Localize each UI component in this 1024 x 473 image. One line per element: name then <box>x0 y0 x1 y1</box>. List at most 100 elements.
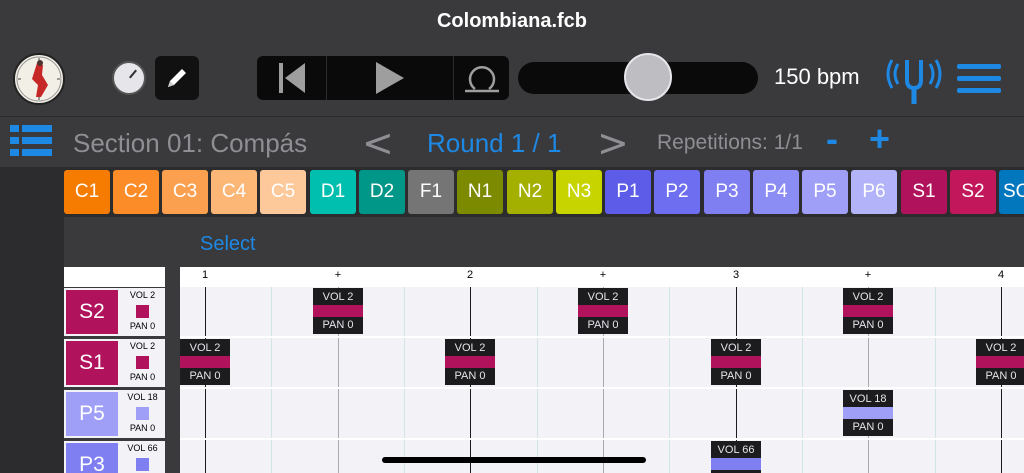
note-color-bar <box>578 305 628 317</box>
bpm-readout: 150 bpm <box>774 64 860 89</box>
track-row-s1[interactable]: S1 VOL 2 PAN 0 <box>64 339 165 387</box>
subdivision-line <box>537 287 538 473</box>
ruler-corner <box>64 267 165 287</box>
track-row-p5[interactable]: P5 VOL 18 PAN 0 <box>64 390 165 438</box>
note-block[interactable]: VOL 18 PAN 0 <box>843 390 893 436</box>
tab-s2[interactable]: S2 <box>950 170 996 214</box>
note-color-bar <box>711 356 761 368</box>
repetitions-plus-button[interactable]: + <box>869 121 890 157</box>
section-bar: Section 01: Compás < Round 1 / 1 > Repet… <box>0 117 1024 167</box>
note-volume: VOL 2 <box>189 342 221 354</box>
list-icon[interactable] <box>10 125 52 157</box>
note-volume: VOL 2 <box>587 291 619 303</box>
tab-c2[interactable]: C2 <box>113 170 159 214</box>
tab-f1[interactable]: F1 <box>408 170 454 214</box>
tab-n2[interactable]: N2 <box>507 170 553 214</box>
window-title-bar: Colombiana.fcb <box>0 0 1024 43</box>
volume-knob[interactable] <box>112 61 146 95</box>
ruler-label: + <box>334 269 342 281</box>
note-block[interactable]: VOL 2 PAN 0 <box>445 339 495 385</box>
tempo-slider[interactable] <box>518 53 758 101</box>
repetitions-minus-button[interactable]: - <box>826 121 838 157</box>
subdivision-line <box>802 287 803 473</box>
left-side-panel <box>0 217 64 473</box>
ruler-label: 1 <box>201 269 209 281</box>
note-block[interactable]: VOL 2 PAN 0 <box>313 288 363 334</box>
tab-p5[interactable]: P5 <box>802 170 848 214</box>
app-logo-icon[interactable] <box>13 53 65 105</box>
skip-to-start-button[interactable] <box>257 56 328 100</box>
play-button[interactable] <box>327 56 455 100</box>
subdivision-line <box>935 287 936 473</box>
round-indicator[interactable]: Round 1 / 1 <box>427 128 561 159</box>
ruler-label: + <box>599 269 607 281</box>
note-block[interactable]: VOL 2 PAN 0 <box>578 288 628 334</box>
tab-c1[interactable]: C1 <box>64 170 110 214</box>
transport-controls <box>257 56 509 100</box>
tab-p3[interactable]: P3 <box>704 170 750 214</box>
section-title[interactable]: Section 01: Compás <box>73 128 307 159</box>
toolbar: 150 bpm <box>0 42 1024 117</box>
tab-c4[interactable]: C4 <box>211 170 257 214</box>
track-row-s2[interactable]: S2 VOL 2 PAN 0 <box>64 288 165 336</box>
note-pan: PAN 0 <box>454 370 486 382</box>
pencil-icon[interactable] <box>155 56 199 100</box>
tab-c5[interactable]: C5 <box>260 170 306 214</box>
ruler-label: 4 <box>997 269 1005 281</box>
row-divider <box>180 336 1024 338</box>
track-tag: P3 <box>66 443 118 473</box>
row-divider <box>180 438 1024 440</box>
track-pan: PAN 0 <box>129 321 156 331</box>
track-volume: VOL 2 <box>129 290 156 300</box>
track-color-swatch <box>136 458 149 471</box>
track-row-p3[interactable]: P3 VOL 66 <box>64 441 165 473</box>
track-color-swatch <box>136 356 149 369</box>
select-button[interactable]: Select <box>200 233 256 256</box>
tab-p6[interactable]: P6 <box>851 170 897 214</box>
note-pan: PAN 0 <box>852 319 884 331</box>
note-pan: PAN 0 <box>852 421 884 433</box>
tab-n3[interactable]: N3 <box>556 170 602 214</box>
track-pan: PAN 0 <box>129 423 156 433</box>
note-block[interactable]: VOL 66 <box>711 441 761 473</box>
note-block[interactable]: VOL 2 PAN 0 <box>843 288 893 334</box>
tab-c3[interactable]: C3 <box>162 170 208 214</box>
subdivision-line <box>271 287 272 473</box>
instrument-tabs: C1 C2 C3 C4 C5 D1 D2 F1 N1 N2 N3 P1 P2 P… <box>0 167 1024 217</box>
note-pan: PAN 0 <box>322 319 354 331</box>
note-volume: VOL 2 <box>454 342 486 354</box>
skip-back-icon <box>278 63 305 93</box>
tab-p4[interactable]: P4 <box>753 170 799 214</box>
note-color-bar <box>843 407 893 419</box>
tempo-slider-thumb[interactable] <box>624 53 672 101</box>
tuning-fork-icon[interactable] <box>884 52 944 106</box>
note-color-bar <box>313 305 363 317</box>
note-volume: VOL 2 <box>985 342 1017 354</box>
note-volume: VOL 2 <box>852 291 884 303</box>
track-volume: VOL 2 <box>129 341 156 351</box>
ruler-label: + <box>864 269 872 281</box>
tab-p2[interactable]: P2 <box>654 170 700 214</box>
track-volume: VOL 66 <box>127 443 158 453</box>
note-block[interactable]: VOL 2 PAN 0 <box>711 339 761 385</box>
note-color-bar <box>843 305 893 317</box>
tab-d1[interactable]: D1 <box>310 170 356 214</box>
loop-button[interactable] <box>454 56 509 100</box>
note-block[interactable]: VOL 2 PAN 0 <box>976 339 1024 385</box>
tab-d2[interactable]: D2 <box>359 170 405 214</box>
home-indicator <box>382 457 646 463</box>
play-icon <box>376 62 405 94</box>
note-block[interactable]: VOL 2 PAN 0 <box>180 339 230 385</box>
tab-s1[interactable]: S1 <box>901 170 947 214</box>
tab-so[interactable]: SO <box>999 170 1024 214</box>
previous-round-button[interactable]: < <box>362 121 394 165</box>
tab-n1[interactable]: N1 <box>457 170 503 214</box>
tab-p1[interactable]: P1 <box>605 170 651 214</box>
next-round-button[interactable]: > <box>597 121 629 165</box>
beat-ruler: 1 + 2 + 3 + 4 <box>180 267 1024 287</box>
note-volume: VOL 18 <box>849 393 887 405</box>
ruler-label: 3 <box>732 269 740 281</box>
row-divider <box>180 387 1024 389</box>
hamburger-menu-icon[interactable] <box>957 64 1001 94</box>
note-pan: PAN 0 <box>189 370 221 382</box>
